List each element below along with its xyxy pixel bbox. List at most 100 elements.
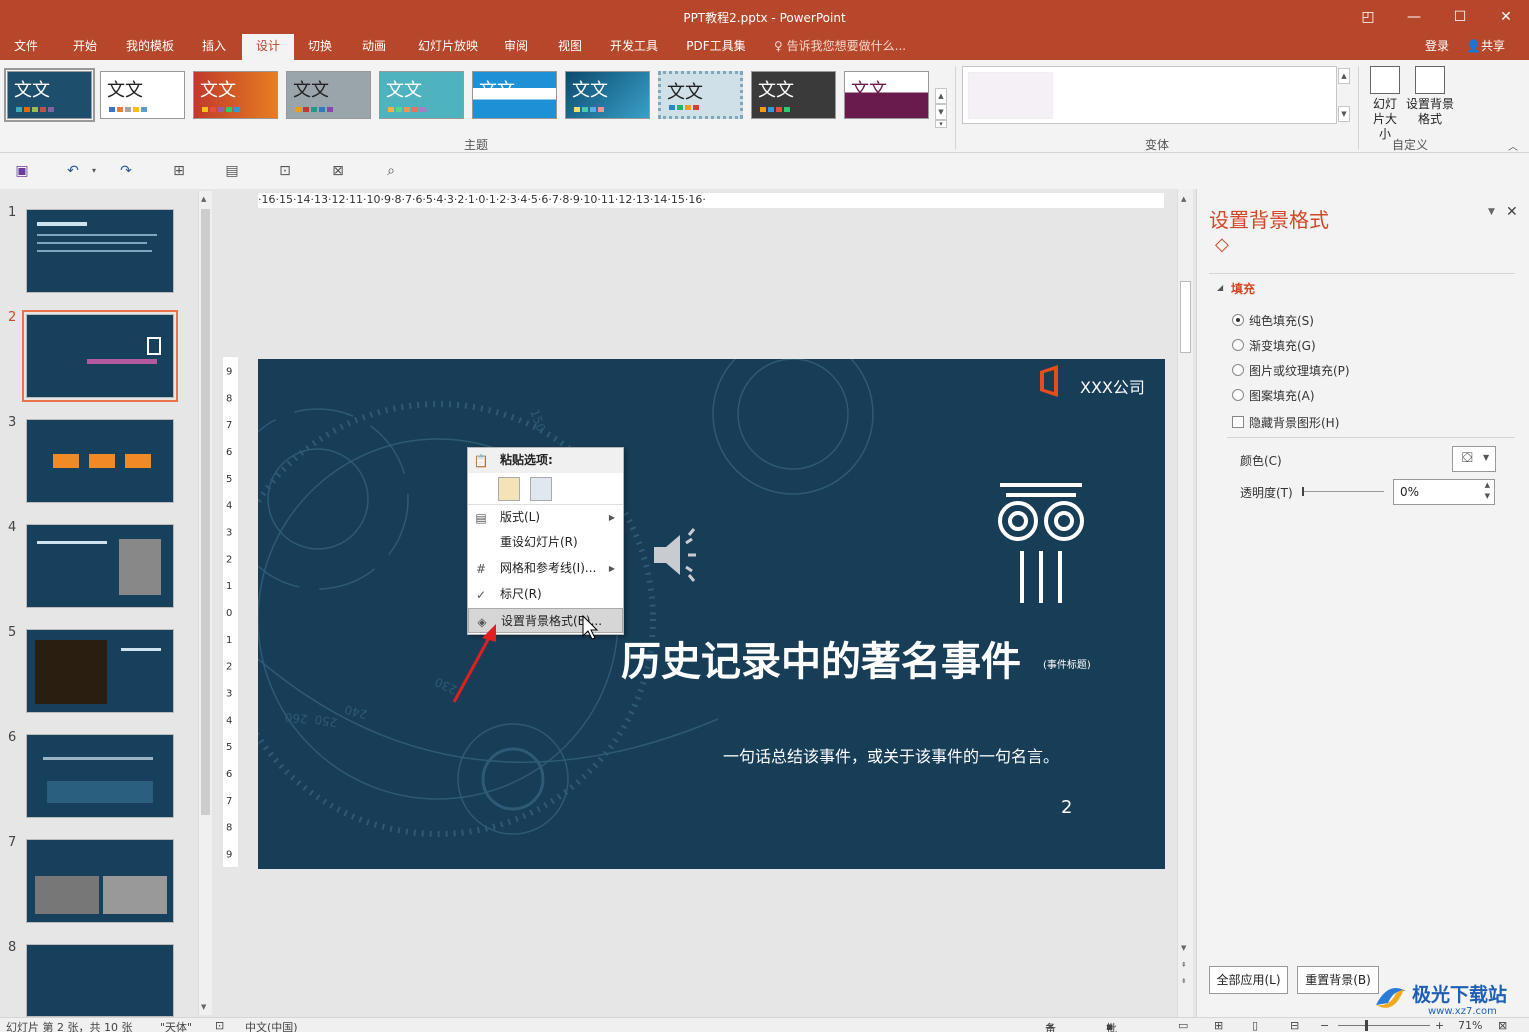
new-slide-icon[interactable]: ⊞ <box>168 161 190 181</box>
color-picker-button[interactable]: ⛋ ▼ <box>1452 446 1496 472</box>
scroll-up-arrow[interactable]: ▲ <box>201 195 206 203</box>
solid-fill-radio[interactable] <box>1232 314 1244 326</box>
maximize-icon[interactable]: ☐ <box>1445 6 1475 28</box>
theme-tile[interactable]: 文文 <box>751 71 836 119</box>
theme-tile[interactable]: 文文 <box>100 71 185 119</box>
tab-design[interactable]: 设计 <box>242 34 294 60</box>
variants-up-arrow[interactable]: ▲ <box>1338 68 1350 84</box>
pane-options-icon[interactable]: ▼ <box>1488 207 1495 217</box>
scroll-up-arrow[interactable]: ▲ <box>1181 195 1186 203</box>
fit-slide-icon[interactable]: ⊠ <box>1498 1019 1507 1032</box>
ribbon-display-icon[interactable]: ◰ <box>1353 6 1383 28</box>
slide-subtitle[interactable]: 一句话总结该事件，或关于该事件的一句名言。 <box>723 743 1059 767</box>
fill-bucket-icon[interactable]: ◇ <box>1215 234 1229 255</box>
collapse-triangle-icon[interactable]: ◢ <box>1217 283 1223 292</box>
scroll-thumb[interactable] <box>1180 281 1191 353</box>
share-button[interactable]: 👤共享 <box>1466 34 1505 58</box>
slide-canvas[interactable]: 150 240 250 260 230 XXX公司 历史记录中的著名事件 (事件… <box>258 359 1165 869</box>
scroll-down-arrow[interactable]: ▼ <box>201 1003 206 1011</box>
slide-thumbnail[interactable] <box>26 209 174 293</box>
theme-tile[interactable]: 文文 <box>565 71 650 119</box>
start-slideshow-icon[interactable]: ⊡ <box>274 161 296 181</box>
picture-fill-radio[interactable] <box>1232 364 1244 376</box>
spellcheck-icon[interactable]: ⊡ <box>215 1019 224 1032</box>
menu-item-ruler[interactable]: ✓ 标尺(R) <box>468 582 623 607</box>
tab-file[interactable]: 文件 <box>6 34 46 60</box>
variants-down-arrow[interactable]: ▼ <box>1338 106 1350 122</box>
tab-developer[interactable]: 开发工具 <box>602 34 666 60</box>
slide-thumbnail[interactable] <box>26 524 174 608</box>
theme-tile[interactable]: 文文 <box>4 68 95 122</box>
theme-tile[interactable]: 文文 <box>286 71 371 119</box>
paste-keep-format-icon[interactable] <box>498 477 520 501</box>
next-slide-icon[interactable]: ⇟ <box>1181 977 1187 985</box>
variant-thumbnail[interactable] <box>968 72 1053 119</box>
close-icon[interactable]: ✕ <box>1491 6 1521 28</box>
minimize-icon[interactable]: — <box>1399 6 1429 28</box>
menu-item-reset-slide[interactable]: 重设幻灯片(R) <box>468 530 623 555</box>
theme-tile[interactable]: 文文 <box>379 71 464 119</box>
solid-fill-label[interactable]: 纯色填充(S) <box>1249 312 1314 329</box>
zoom-slider-track[interactable] <box>1338 1025 1430 1026</box>
reset-background-button[interactable]: 重置背景(B) <box>1297 966 1379 994</box>
transparency-slider-thumb[interactable] <box>1302 487 1304 496</box>
gradient-fill-label[interactable]: 渐变填充(G) <box>1249 337 1316 354</box>
tab-animations[interactable]: 动画 <box>354 34 394 60</box>
hide-bg-checkbox[interactable] <box>1232 416 1244 428</box>
slide-title[interactable]: 历史记录中的著名事件 <box>621 629 1021 687</box>
menu-item-grid-guides[interactable]: # 网格和参考线(I)... ▶ <box>468 556 623 581</box>
transparency-slider-track[interactable] <box>1302 491 1384 492</box>
tab-slideshow[interactable]: 幻灯片放映 <box>408 34 488 60</box>
login-link[interactable]: 登录 <box>1425 34 1449 58</box>
apply-all-button[interactable]: 全部应用(L) <box>1209 966 1288 994</box>
transparency-input[interactable]: 0% ▲ ▼ <box>1393 479 1495 505</box>
slide-thumbnail[interactable] <box>26 839 174 923</box>
hide-bg-label[interactable]: 隐藏背景图形(H) <box>1249 414 1339 431</box>
scroll-thumb[interactable] <box>201 209 210 815</box>
slide-thumbnail[interactable] <box>26 734 174 818</box>
pane-close-icon[interactable]: ✕ <box>1506 204 1518 220</box>
tab-home[interactable]: 开始 <box>62 34 108 60</box>
normal-view-icon[interactable]: ▭ <box>1178 1019 1188 1032</box>
tab-review[interactable]: 审阅 <box>496 34 536 60</box>
gallery-expand-arrow[interactable]: ▾ <box>935 120 947 128</box>
tab-my-templates[interactable]: 我的模板 <box>118 34 182 60</box>
slide-thumbnail[interactable] <box>26 419 174 503</box>
spin-up-icon[interactable]: ▲ <box>1485 481 1490 489</box>
theme-tile[interactable]: 文文 <box>193 71 278 119</box>
slideshow-view-icon[interactable]: ⊟ <box>1290 1019 1299 1032</box>
textbox-icon[interactable]: ▤ <box>221 161 243 181</box>
theme-tile[interactable]: 文文 <box>658 71 743 119</box>
slide-sorter-icon[interactable]: ⊞ <box>1214 1019 1223 1032</box>
tab-pdf-tools[interactable]: PDF工具集 <box>680 34 752 60</box>
spin-down-icon[interactable]: ▼ <box>1485 492 1490 500</box>
slide-thumbnail[interactable] <box>26 944 174 1017</box>
zoom-out-icon[interactable]: − <box>1320 1019 1329 1032</box>
thumbnail-scrollbar[interactable]: ▲ ▼ <box>198 191 212 1015</box>
slide-size-button[interactable]: 幻灯片大小 <box>1360 66 1410 142</box>
paste-picture-icon[interactable] <box>530 477 552 501</box>
gradient-fill-radio[interactable] <box>1232 339 1244 351</box>
gallery-up-arrow[interactable]: ▲ <box>935 88 947 104</box>
editor-scrollbar[interactable]: ▲ ▼ ⇞ ⇟ <box>1177 189 1193 1017</box>
reading-view-icon[interactable]: ▯ <box>1252 1019 1258 1032</box>
fill-section-header[interactable]: 填充 <box>1231 280 1255 297</box>
format-background-button[interactable]: 设置背景格式 <box>1405 66 1455 127</box>
tell-me-box[interactable]: ♀ 告诉我您想要做什么... <box>774 34 906 60</box>
pattern-fill-radio[interactable] <box>1232 389 1244 401</box>
pattern-fill-label[interactable]: 图案填充(A) <box>1249 387 1315 404</box>
zoom-slider-thumb[interactable] <box>1365 1020 1368 1031</box>
theme-tile[interactable]: 文文 <box>472 71 557 119</box>
prev-slide-icon[interactable]: ⇞ <box>1181 961 1187 969</box>
tab-transitions[interactable]: 切换 <box>300 34 340 60</box>
tab-insert[interactable]: 插入 <box>194 34 234 60</box>
gallery-down-arrow[interactable]: ▼ <box>935 104 947 120</box>
language-status[interactable]: 中文(中国) <box>245 1019 298 1032</box>
scroll-down-arrow[interactable]: ▼ <box>1181 944 1186 952</box>
zoom-level[interactable]: 71% <box>1458 1019 1482 1032</box>
slide-thumbnail-active[interactable] <box>22 310 178 402</box>
undo-icon[interactable]: ↶ <box>62 161 84 181</box>
collapse-ribbon-icon[interactable]: ︿ <box>1508 138 1518 153</box>
save-icon[interactable]: ▣ <box>11 161 33 181</box>
presenter-view-icon[interactable]: ⊠ <box>327 161 349 181</box>
